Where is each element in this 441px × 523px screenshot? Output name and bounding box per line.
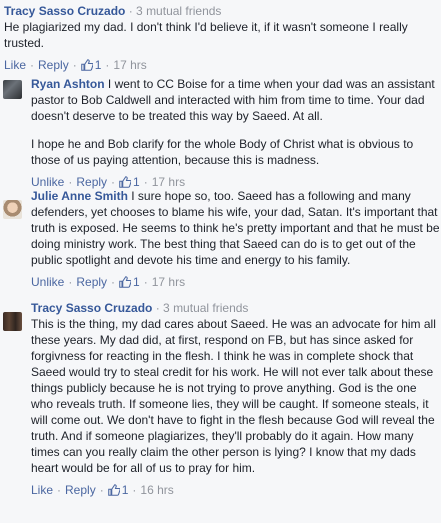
reply-button[interactable]: Reply — [76, 274, 107, 290]
like-count-badge[interactable]: 1 — [107, 482, 129, 498]
comment-author-link[interactable]: Ryan Ashton — [31, 77, 105, 91]
comment-4: Tracy Sasso Cruzado · 3 mutual friends T… — [0, 300, 441, 498]
thumbs-up-icon — [119, 276, 132, 288]
like-count: 1 — [121, 483, 129, 497]
like-count: 1 — [94, 58, 102, 72]
comment-text: He plagiarized my dad. I don't think I'd… — [4, 20, 408, 50]
avatar[interactable] — [3, 80, 22, 99]
thumbs-up-icon — [80, 59, 93, 71]
like-count: 1 — [133, 275, 140, 289]
separator-dot: · — [143, 275, 148, 289]
comment-timestamp[interactable]: 17 hrs — [113, 57, 146, 73]
comment-body: Tracy Sasso Cruzado · 3 mutual friends H… — [4, 3, 436, 73]
reply-button[interactable]: Reply — [65, 482, 96, 498]
comment-3: Julie Anne Smith I sure hope so, too. Sa… — [0, 188, 441, 290]
separator-dot: · — [57, 483, 62, 497]
separator-dot: · — [72, 58, 77, 72]
comment-thread: Tracy Sasso Cruzado · 3 mutual friends H… — [0, 0, 441, 523]
avatar[interactable] — [3, 200, 22, 219]
reply-button[interactable]: Reply — [38, 57, 69, 73]
comment-text: This is the thing, my dad cares about Sa… — [31, 317, 436, 475]
avatar[interactable] — [3, 312, 22, 331]
comment-actions: Like · Reply · 1 · 17 hrs — [4, 57, 436, 73]
thumbs-up-icon — [119, 176, 132, 188]
unlike-button[interactable]: Unlike — [31, 274, 64, 290]
separator-dot: · — [132, 483, 137, 497]
like-count-badge[interactable]: 1 — [119, 274, 140, 290]
mutual-friends-label: · 3 mutual friends — [125, 4, 222, 18]
comment-author-link[interactable]: Tracy Sasso Cruzado — [31, 301, 152, 315]
comment-body: Tracy Sasso Cruzado · 3 mutual friends T… — [31, 300, 441, 498]
mutual-friends-label: · 3 mutual friends — [152, 301, 249, 315]
comment-author-link[interactable]: Julie Anne Smith — [31, 189, 128, 203]
like-button[interactable]: Like — [31, 482, 53, 498]
comment-actions: Like · Reply · 1 · 16 hrs — [31, 482, 441, 498]
comment-2: Ryan Ashton I went to CC Boise for a tim… — [0, 76, 441, 190]
comment-body: Julie Anne Smith I sure hope so, too. Sa… — [31, 188, 441, 290]
separator-dot: · — [105, 58, 110, 72]
separator-dot: · — [30, 58, 35, 72]
separator-dot: · — [99, 483, 104, 497]
comment-body: Ryan Ashton I went to CC Boise for a tim… — [31, 76, 441, 190]
comment-timestamp[interactable]: 17 hrs — [152, 274, 185, 290]
separator-dot: · — [111, 275, 116, 289]
like-count-badge[interactable]: 1 — [80, 57, 102, 73]
comment-1: Tracy Sasso Cruzado · 3 mutual friends H… — [4, 3, 436, 73]
thumbs-up-icon — [107, 484, 120, 496]
like-button[interactable]: Like — [4, 57, 26, 73]
comment-timestamp[interactable]: 16 hrs — [140, 482, 173, 498]
comment-author-link[interactable]: Tracy Sasso Cruzado — [4, 4, 125, 18]
separator-dot: · — [68, 275, 73, 289]
comment-text: I hope he and Bob clarify for the whole … — [31, 137, 414, 167]
comment-actions: Unlike · Reply · 1 · 17 hrs — [31, 274, 441, 290]
